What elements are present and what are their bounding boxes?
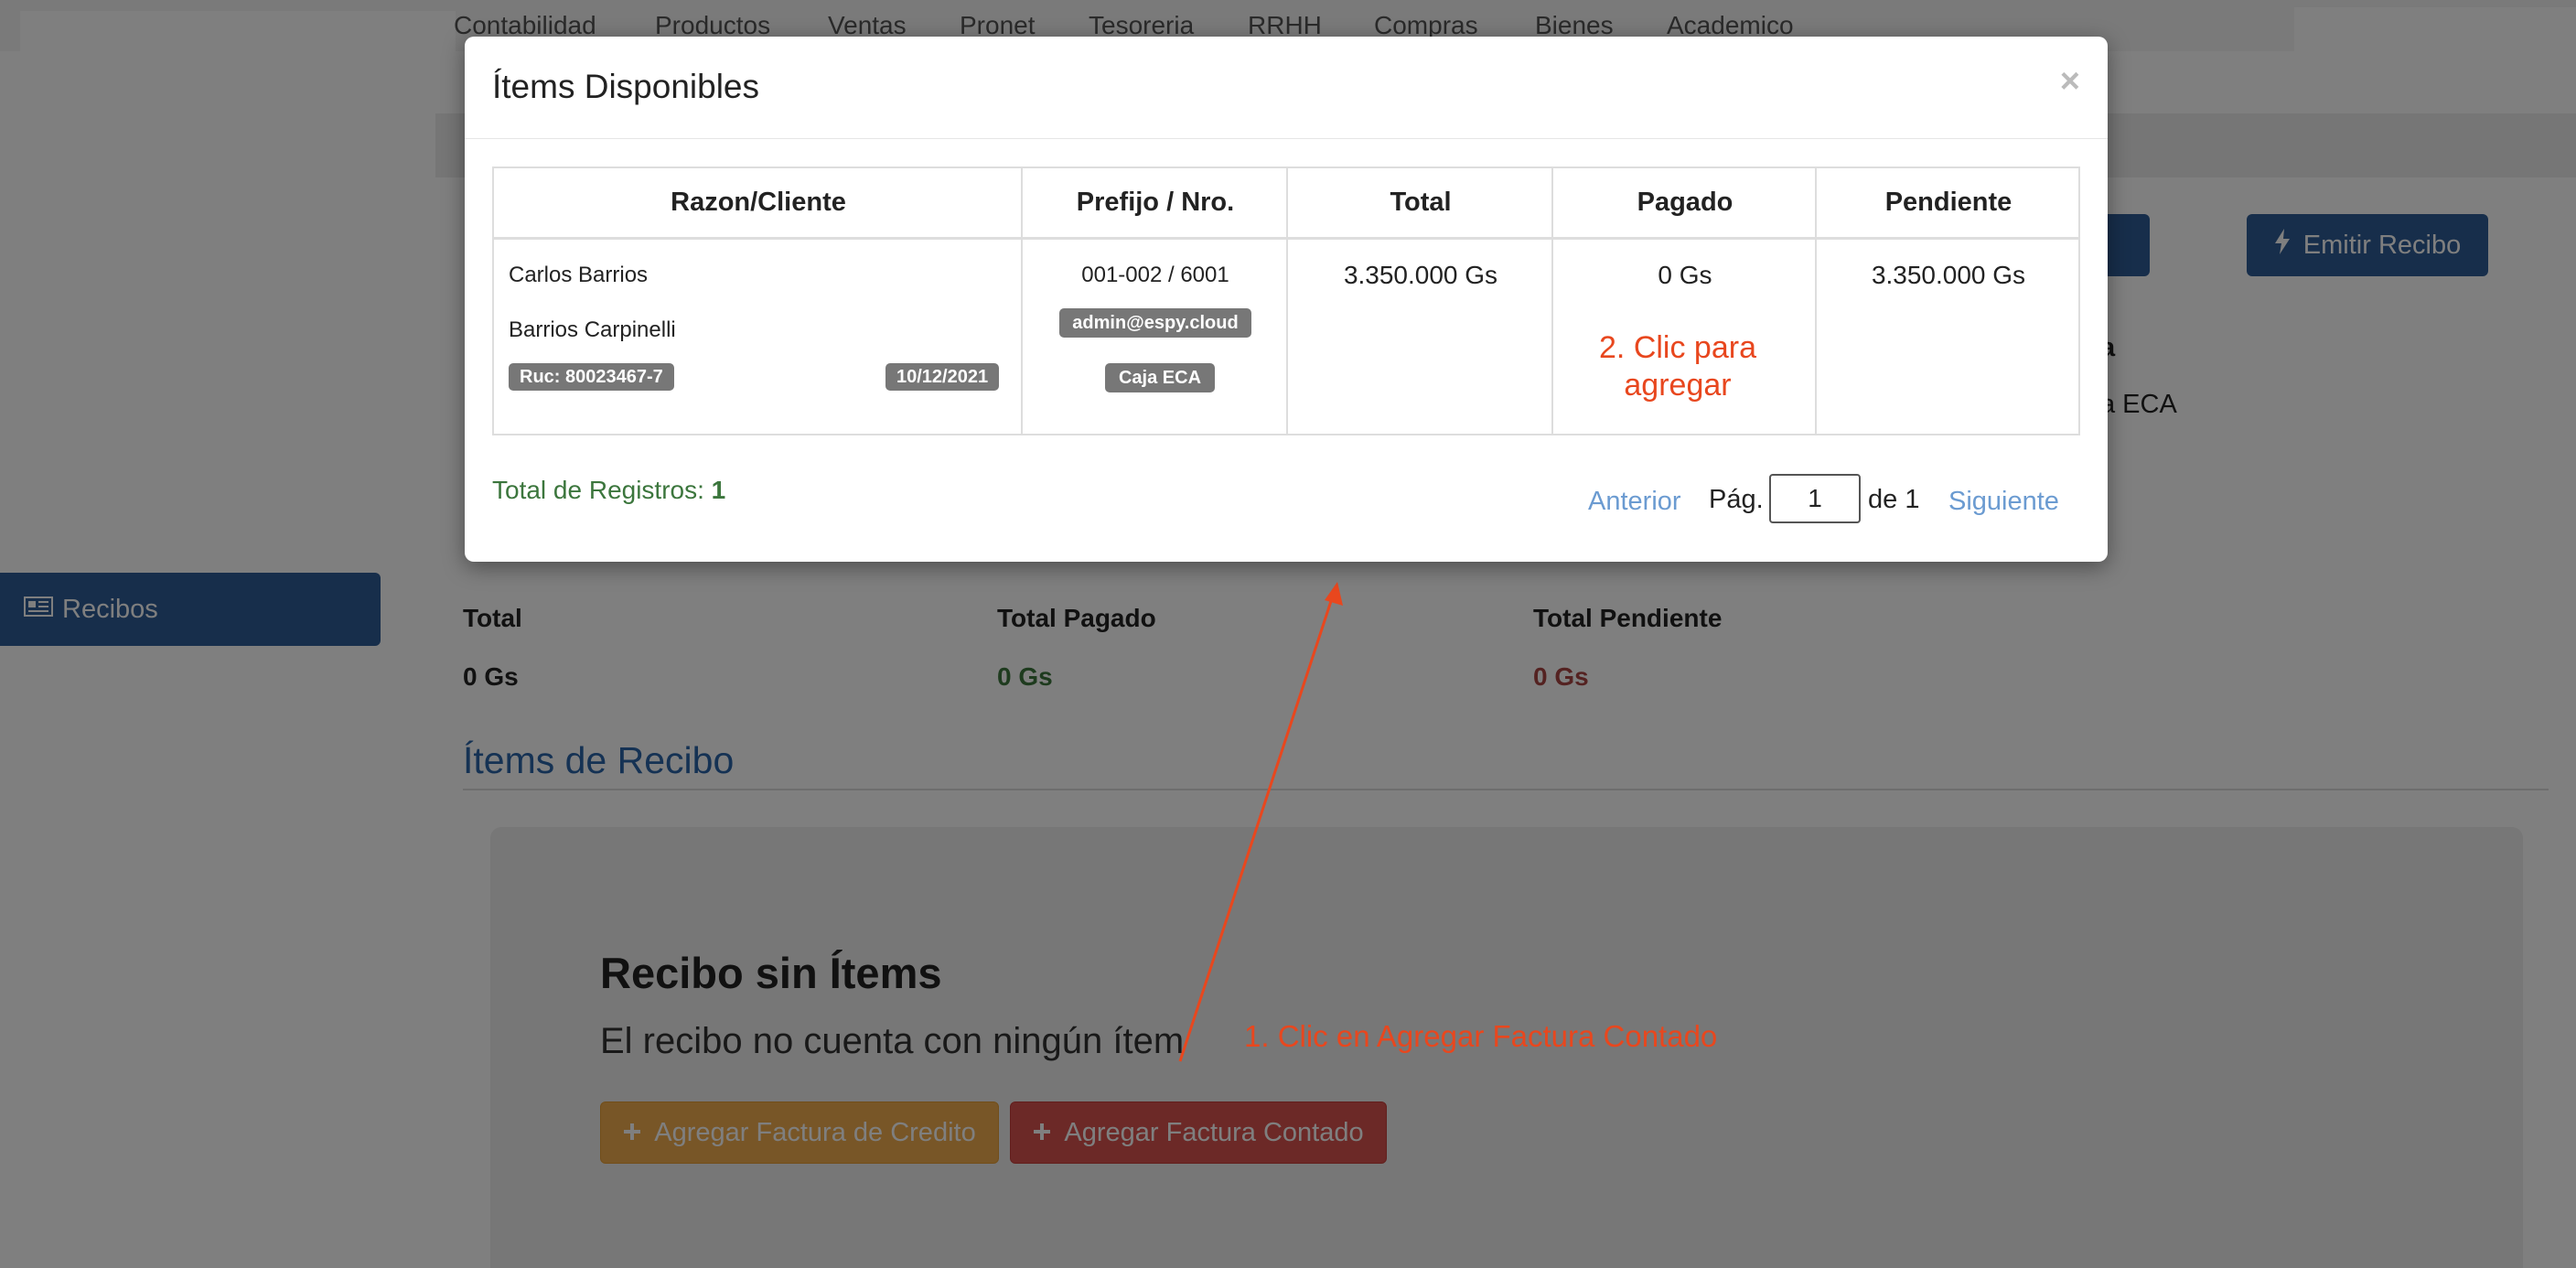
modal-title: Ítems Disponibles xyxy=(492,68,760,105)
column-header-prefijo: Prefijo / Nro. xyxy=(1023,168,1288,240)
cliente-name: Carlos Barrios xyxy=(509,263,649,287)
column-header-razon: Razon/Cliente xyxy=(494,168,1023,240)
caja-badge: Caja ECA xyxy=(1105,363,1215,392)
prefijo-nro: 001-002 / 6001 xyxy=(1081,263,1229,287)
row-pendiente: 3.350.000 Gs xyxy=(1871,261,2026,289)
date-badge: 10/12/2021 xyxy=(886,363,1000,391)
column-header-pendiente: Pendiente xyxy=(1817,168,2080,240)
page-of-label: de 1 xyxy=(1868,485,1920,514)
total-registros: Total de Registros: 1 xyxy=(492,476,725,505)
user-badge: admin@espy.cloud xyxy=(1059,308,1251,338)
pagination-next-link[interactable]: Siguiente xyxy=(1948,487,2059,517)
column-header-pagado: Pagado xyxy=(1553,168,1817,240)
razon-social: Barrios Carpinelli xyxy=(509,317,676,342)
table-row[interactable]: Carlos Barrios Barrios Carpinelli Ruc: 8… xyxy=(494,242,2078,434)
annotation-step-2: 2. Clic para agregar xyxy=(1599,330,1756,403)
ruc-badge: Ruc: 80023467-7 xyxy=(509,363,674,391)
total-registros-label: Total de Registros: xyxy=(492,476,704,504)
pagination-prev-link[interactable]: Anterior xyxy=(1588,487,1681,517)
total-registros-value: 1 xyxy=(711,476,726,504)
close-icon[interactable]: × xyxy=(2060,62,2080,102)
column-header-total: Total xyxy=(1288,168,1553,240)
row-pagado: 0 Gs xyxy=(1658,261,1712,289)
annotation-step-1: 1. Clic en Agregar Factura Contado xyxy=(1244,1019,1718,1053)
items-table: Razon/Cliente Prefijo / Nro. Total Pagad… xyxy=(492,167,2080,435)
modal-header: Ítems Disponibles × xyxy=(465,37,2108,139)
page-label: Pág. xyxy=(1709,485,1764,514)
items-disponibles-modal: Ítems Disponibles × Razon/Cliente Prefij… xyxy=(465,37,2108,562)
row-total: 3.350.000 Gs xyxy=(1343,261,1498,289)
page-number-input[interactable] xyxy=(1769,474,1861,523)
